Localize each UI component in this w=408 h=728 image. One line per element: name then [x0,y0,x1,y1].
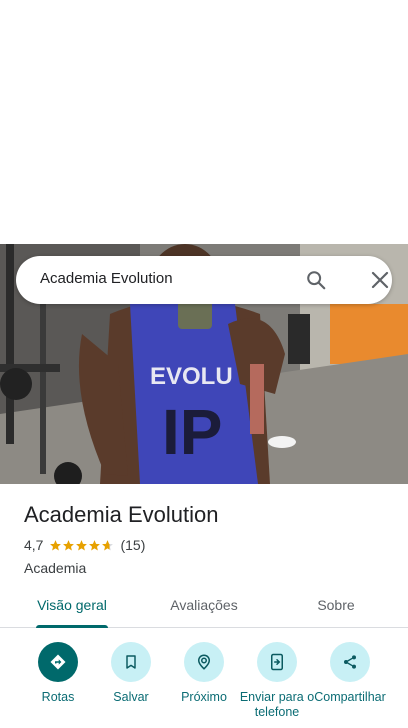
nearby-icon [184,642,224,682]
tab-overview[interactable]: Visão geral [36,586,108,628]
tab-bar: Visão geral Avaliações Sobre [0,586,408,628]
send-to-phone-button[interactable]: Enviar para o telefone [237,642,317,720]
save-button[interactable]: Salvar [91,642,171,705]
rating-row[interactable]: 4,7 (15) [24,536,394,554]
rating-value: 4,7 [24,537,44,553]
directions-button[interactable]: Rotas [18,642,98,705]
search-bar[interactable]: Academia Evolution [16,256,392,304]
svg-text:IP: IP [162,396,222,468]
star-half-icon [102,539,114,550]
place-title: Academia Evolution [24,502,219,527]
close-icon[interactable] [366,266,394,294]
search-icon[interactable] [302,266,330,294]
share-button[interactable]: Compartilhar [310,642,390,705]
review-count: (15) [120,537,146,553]
star-rating [49,539,114,552]
star-icon [63,539,75,550]
tab-about[interactable]: Sobre [310,586,362,628]
tab-reviews[interactable]: Avaliações [164,586,244,628]
nearby-button[interactable]: Próximo [164,642,244,705]
directions-label: Rotas [41,690,75,704]
send-to-phone-icon [257,642,297,682]
send-to-phone-label: Enviar para o telefone [239,690,315,719]
star-icon [89,539,101,550]
map-area-blank [0,0,408,244]
bookmark-icon [111,642,151,682]
directions-icon [38,642,78,682]
star-icon [76,539,88,550]
svg-text:EVOLU: EVOLU [150,363,233,390]
place-info: Academia Evolution 4,7 (15) Academia [24,500,394,578]
nearby-label: Próximo [181,690,227,704]
star-icon [50,539,62,550]
place-category: Academia [24,560,87,576]
share-label: Compartilhar [314,690,386,704]
save-label: Salvar [113,690,149,704]
active-tab-indicator [36,625,108,628]
search-input[interactable]: Academia Evolution [40,270,173,287]
share-icon [330,642,370,682]
action-bar: Rotas Salvar Próximo Enviar para o telef… [0,642,408,728]
